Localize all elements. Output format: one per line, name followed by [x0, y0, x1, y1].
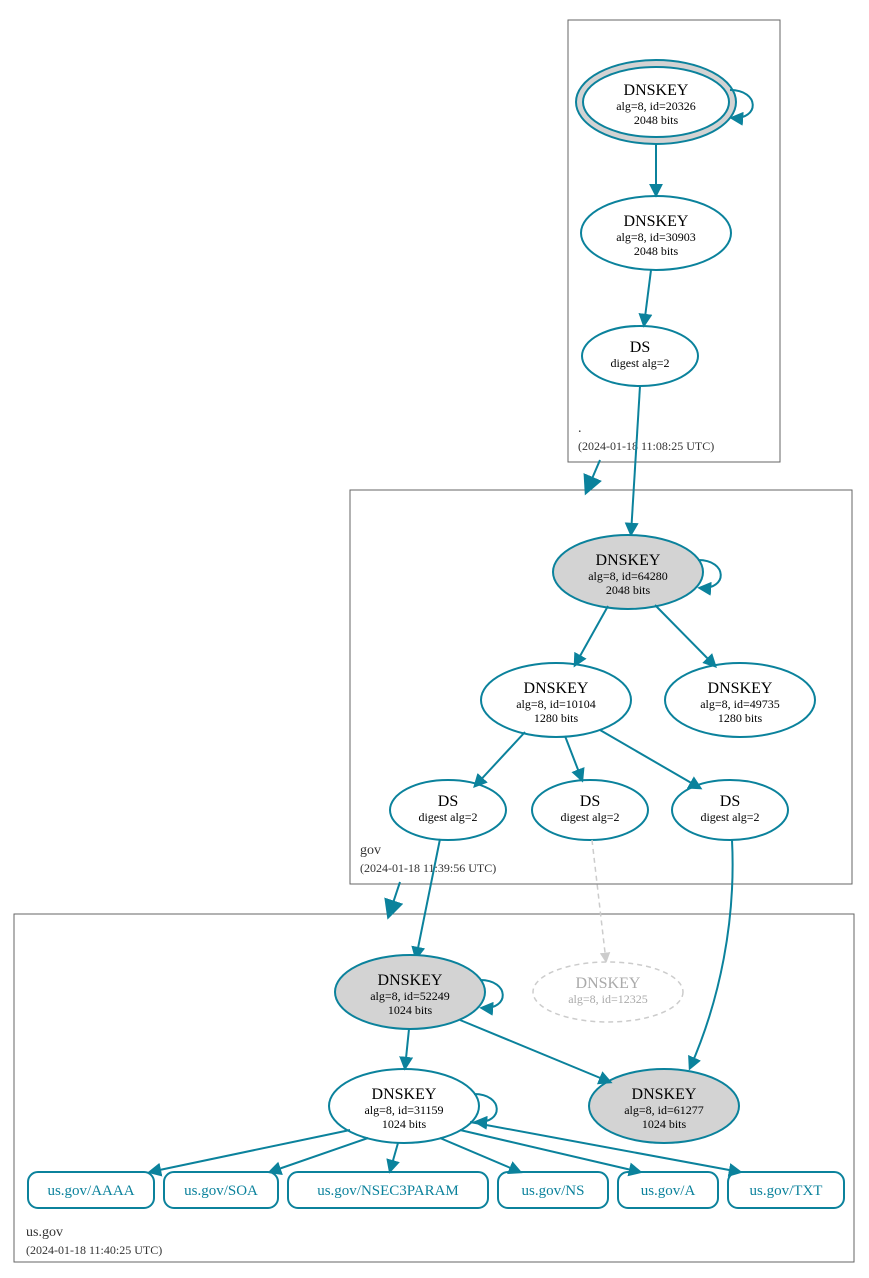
edge-root-to-gov: [588, 460, 600, 488]
svg-text:us.gov/TXT: us.gov/TXT: [750, 1183, 823, 1199]
svg-text:DS: DS: [580, 793, 600, 810]
svg-text:2048 bits: 2048 bits: [634, 113, 679, 127]
edge-uszsk-nsec3: [390, 1143, 398, 1171]
svg-text:1280 bits: 1280 bits: [534, 711, 579, 725]
svg-text:1280 bits: 1280 bits: [718, 711, 763, 725]
svg-text:us.gov/SOA: us.gov/SOA: [184, 1183, 258, 1199]
svg-text:DNSKEY: DNSKEY: [378, 972, 443, 989]
svg-text:DNSKEY: DNSKEY: [632, 1086, 697, 1103]
zone-usgov-date: (2024-01-18 11:40:25 UTC): [26, 1243, 162, 1257]
svg-text:alg=8, id=30903: alg=8, id=30903: [616, 230, 696, 244]
node-gov-ds2: DS digest alg=2: [532, 780, 648, 840]
svg-text:digest alg=2: digest alg=2: [560, 810, 619, 824]
node-us-missing: DNSKEY alg=8, id=12325: [533, 962, 683, 1022]
svg-text:alg=8, id=61277: alg=8, id=61277: [624, 1103, 704, 1117]
edge-usksk-uszsk: [405, 1029, 409, 1068]
svg-text:digest alg=2: digest alg=2: [610, 356, 669, 370]
edge-govksk-zsk2: [655, 605, 715, 666]
svg-text:DNSKEY: DNSKEY: [708, 680, 773, 697]
edge-uszsk-aaaa: [150, 1130, 350, 1172]
svg-text:2048 bits: 2048 bits: [606, 583, 651, 597]
edge-gov-to-us: [390, 882, 400, 912]
svg-text:1024 bits: 1024 bits: [642, 1117, 687, 1131]
edge-zsk1-ds3: [600, 730, 700, 788]
edge-usksk-usksk2: [460, 1020, 610, 1082]
node-gov-zsk1: DNSKEY alg=8, id=10104 1280 bits: [481, 663, 631, 737]
svg-text:DS: DS: [720, 793, 740, 810]
zone-gov-label: gov: [360, 843, 381, 858]
svg-text:1024 bits: 1024 bits: [388, 1003, 433, 1017]
node-root-zsk: DNSKEY alg=8, id=30903 2048 bits: [581, 196, 731, 270]
edge-govksk-zsk1: [575, 606, 608, 665]
svg-text:DS: DS: [630, 339, 650, 356]
rrset-aaaa: us.gov/AAAA: [28, 1172, 154, 1208]
edge-zsk1-ds2: [565, 736, 582, 780]
node-gov-zsk2: DNSKEY alg=8, id=49735 1280 bits: [665, 663, 815, 737]
svg-text:2048 bits: 2048 bits: [634, 244, 679, 258]
svg-text:alg=8, id=20326: alg=8, id=20326: [616, 99, 696, 113]
edge-rootzsk-rootds: [644, 270, 651, 325]
dnssec-graph: . (2024-01-18 11:08:25 UTC) gov (2024-01…: [0, 0, 869, 1278]
svg-text:alg=8, id=10104: alg=8, id=10104: [516, 697, 596, 711]
node-us-ksk2: DNSKEY alg=8, id=61277 1024 bits: [589, 1069, 739, 1143]
svg-text:us.gov/AAAA: us.gov/AAAA: [47, 1183, 134, 1199]
svg-text:alg=8, id=49735: alg=8, id=49735: [700, 697, 780, 711]
svg-text:alg=8, id=64280: alg=8, id=64280: [588, 569, 668, 583]
svg-text:DNSKEY: DNSKEY: [524, 680, 589, 697]
svg-text:DS: DS: [438, 793, 458, 810]
rrset-a: us.gov/A: [618, 1172, 718, 1208]
svg-text:1024 bits: 1024 bits: [382, 1117, 427, 1131]
svg-text:alg=8, id=52249: alg=8, id=52249: [370, 989, 450, 1003]
edge-uszsk-ns: [440, 1138, 520, 1172]
edge-ds3-usksk2: [690, 840, 733, 1068]
rrset-nsec3param: us.gov/NSEC3PARAM: [288, 1172, 488, 1208]
zone-usgov-label: us.gov: [26, 1225, 63, 1240]
node-root-ds: DS digest alg=2: [582, 326, 698, 386]
node-gov-ds3: DS digest alg=2: [672, 780, 788, 840]
svg-text:us.gov/NS: us.gov/NS: [522, 1183, 585, 1199]
svg-text:alg=8, id=12325: alg=8, id=12325: [568, 992, 648, 1006]
svg-text:us.gov/NSEC3PARAM: us.gov/NSEC3PARAM: [317, 1183, 459, 1199]
edge-ds1-usksk: [416, 839, 440, 958]
svg-text:DNSKEY: DNSKEY: [596, 552, 661, 569]
svg-text:DNSKEY: DNSKEY: [624, 213, 689, 230]
zone-root-date: (2024-01-18 11:08:25 UTC): [578, 439, 714, 453]
node-gov-ds1: DS digest alg=2: [390, 780, 506, 840]
rrset-txt: us.gov/TXT: [728, 1172, 844, 1208]
svg-text:DNSKEY: DNSKEY: [372, 1086, 437, 1103]
svg-text:us.gov/A: us.gov/A: [641, 1183, 696, 1199]
svg-text:digest alg=2: digest alg=2: [418, 810, 477, 824]
svg-text:digest alg=2: digest alg=2: [700, 810, 759, 824]
svg-text:DNSKEY: DNSKEY: [576, 975, 641, 992]
node-us-zsk: DNSKEY alg=8, id=31159 1024 bits: [329, 1069, 479, 1143]
edge-rootds-govksk: [631, 386, 640, 534]
zone-root-label: .: [578, 421, 582, 436]
node-root-ksk: DNSKEY alg=8, id=20326 2048 bits: [576, 60, 736, 144]
node-us-ksk: DNSKEY alg=8, id=52249 1024 bits: [335, 955, 485, 1029]
node-gov-ksk: DNSKEY alg=8, id=64280 2048 bits: [553, 535, 703, 609]
rrset-soa: us.gov/SOA: [164, 1172, 278, 1208]
svg-text:DNSKEY: DNSKEY: [624, 82, 689, 99]
svg-text:alg=8, id=31159: alg=8, id=31159: [364, 1103, 443, 1117]
edge-zsk1-ds1: [475, 732, 525, 786]
edge-ds2-missing: [592, 840, 606, 961]
rrset-ns: us.gov/NS: [498, 1172, 608, 1208]
zone-gov-date: (2024-01-18 11:39:56 UTC): [360, 861, 496, 875]
